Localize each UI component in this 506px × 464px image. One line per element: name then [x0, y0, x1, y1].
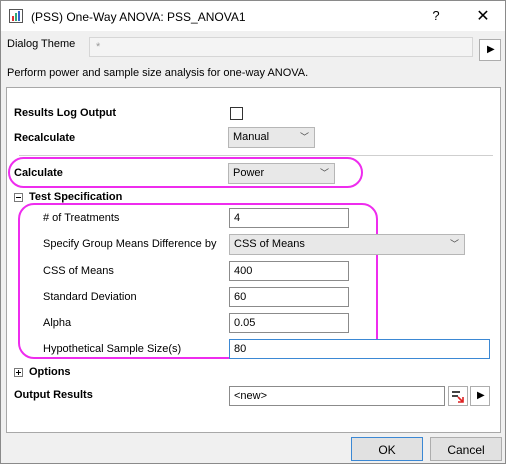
results-log-checkbox[interactable] [230, 107, 243, 120]
ok-button-label: OK [378, 443, 396, 457]
dialog-theme-value: * [96, 41, 101, 53]
dialog-theme-label: Dialog Theme [7, 38, 76, 50]
std-value: 60 [234, 291, 247, 303]
cancel-button[interactable]: Cancel [430, 437, 502, 461]
calculate-highlight [8, 157, 363, 188]
window-title: (PSS) One-Way ANOVA: PSS_ANOVA1 [31, 10, 246, 24]
cancel-button-label: Cancel [447, 443, 485, 457]
recalculate-dropdown[interactable]: Manual ﹀ [228, 127, 315, 148]
means-diff-dropdown[interactable]: CSS of Means ﹀ [229, 234, 465, 255]
sample-size-input[interactable]: 80 [229, 339, 490, 359]
output-browse-button[interactable] [448, 386, 468, 406]
treatments-value: 4 [234, 212, 241, 224]
output-results-input[interactable]: <new> [229, 386, 445, 406]
sample-size-value: 80 [234, 343, 247, 355]
play-arrow-icon: ▶ [487, 44, 495, 55]
treatments-input[interactable]: 4 [229, 208, 349, 228]
output-menu-button[interactable]: ▶ [470, 386, 490, 406]
css-label: CSS of Means [43, 265, 114, 277]
title-bar: (PSS) One-Way ANOVA: PSS_ANOVA1 ? ✕ [1, 1, 505, 31]
output-results-label: Output Results [14, 389, 93, 401]
ok-button[interactable]: OK [351, 437, 423, 461]
alpha-value: 0.05 [234, 317, 256, 329]
separator [19, 155, 493, 156]
dialog-window: (PSS) One-Way ANOVA: PSS_ANOVA1 ? ✕ Dial… [0, 0, 506, 464]
treatments-label: # of Treatments [43, 212, 120, 224]
css-value: 400 [234, 265, 253, 277]
collapse-icon[interactable] [14, 193, 23, 202]
expand-icon[interactable] [14, 368, 23, 377]
results-log-label: Results Log Output [14, 107, 117, 119]
alpha-input[interactable]: 0.05 [229, 313, 349, 333]
chevron-down-icon: ﹀ [449, 239, 459, 249]
chevron-down-icon: ﹀ [299, 132, 309, 142]
std-label: Standard Deviation [43, 291, 137, 303]
help-button[interactable]: ? [428, 8, 444, 23]
output-select-icon [452, 391, 464, 403]
recalculate-value: Manual [233, 131, 270, 143]
css-input[interactable]: 400 [229, 261, 349, 281]
sample-size-label: Hypothetical Sample Size(s) [43, 343, 182, 355]
test-spec-header: Test Specification [29, 191, 123, 203]
close-button[interactable]: ✕ [475, 6, 491, 26]
settings-panel: Results Log Output Recalculate Manual ﹀ … [6, 87, 501, 433]
options-header: Options [29, 366, 71, 378]
std-input[interactable]: 60 [229, 287, 349, 307]
app-icon [9, 9, 23, 23]
means-diff-label: Specify Group Means Difference by [43, 238, 217, 250]
dialog-theme-field[interactable]: * [89, 37, 473, 57]
output-results-value: <new> [234, 390, 268, 402]
theme-menu-button[interactable]: ▶ [479, 39, 501, 61]
play-arrow-icon: ▶ [477, 390, 485, 401]
dialog-description: Perform power and sample size analysis f… [7, 67, 309, 79]
recalculate-label: Recalculate [14, 132, 76, 144]
means-diff-value: CSS of Means [234, 238, 305, 250]
alpha-label: Alpha [43, 317, 72, 329]
